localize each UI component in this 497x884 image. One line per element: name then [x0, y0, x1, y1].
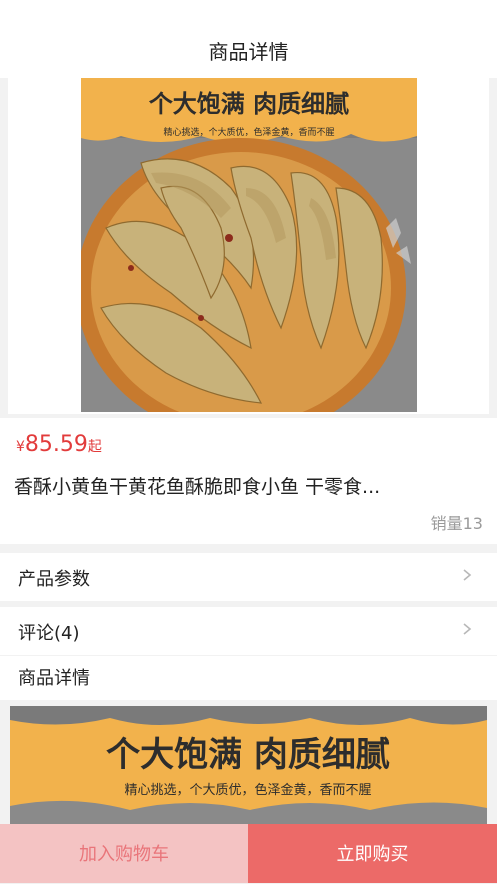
- buy-now-button[interactable]: 立即购买: [248, 824, 497, 883]
- price-value: 85.59: [24, 432, 88, 457]
- banner-subline: 精心挑选，个大质优，色泽金黄，香而不腥: [163, 126, 334, 138]
- add-to-cart-button[interactable]: 加入购物车: [0, 824, 248, 883]
- bottom-action-bar: 加入购物车 立即购买: [0, 824, 497, 883]
- product-title: 香酥小黄鱼干黄花鱼酥脆即食小鱼 干零食...: [14, 476, 381, 498]
- detail-image: 个大饱满 肉质细腻 精心挑选，个大质优，色泽金黄，香而不腥: [10, 706, 487, 824]
- product-params-label: 产品参数: [18, 569, 90, 590]
- detail-banner-subline: 精心挑选，个大质优，色泽金黄，香而不腥: [124, 782, 371, 798]
- chevron-right-icon: [463, 569, 472, 581]
- banner-headline: 个大饱满 肉质细腻: [149, 90, 349, 118]
- page-title: 商品详情: [208, 40, 289, 64]
- detail-section-title: 商品详情: [18, 668, 90, 689]
- product-info-section: ¥85.59起 香酥小黄鱼干黄花鱼酥脆即食小鱼 干零食... 销量13: [0, 418, 497, 544]
- product-price: ¥85.59起: [16, 432, 102, 457]
- sales-count: 销量13: [430, 514, 483, 533]
- product-main-image: 个大饱满 肉质细腻 精心挑选，个大质优，色泽金黄，香而不腥: [81, 78, 417, 412]
- reviews-row[interactable]: 评论(4): [0, 607, 497, 655]
- top-nav-bar: 商品详情: [0, 0, 497, 78]
- detail-section-header: 商品详情: [0, 656, 497, 700]
- reviews-label: 评论(4): [18, 623, 80, 644]
- detail-banner-headline: 个大饱满 肉质细腻: [106, 735, 390, 775]
- product-image-carousel[interactable]: 个大饱满 肉质细腻 精心挑选，个大质优，色泽金黄，香而不腥: [8, 78, 489, 414]
- product-params-row[interactable]: 产品参数: [0, 553, 497, 601]
- chevron-right-icon: [463, 623, 472, 635]
- price-suffix: 起: [87, 439, 102, 455]
- currency-symbol: ¥: [16, 439, 25, 455]
